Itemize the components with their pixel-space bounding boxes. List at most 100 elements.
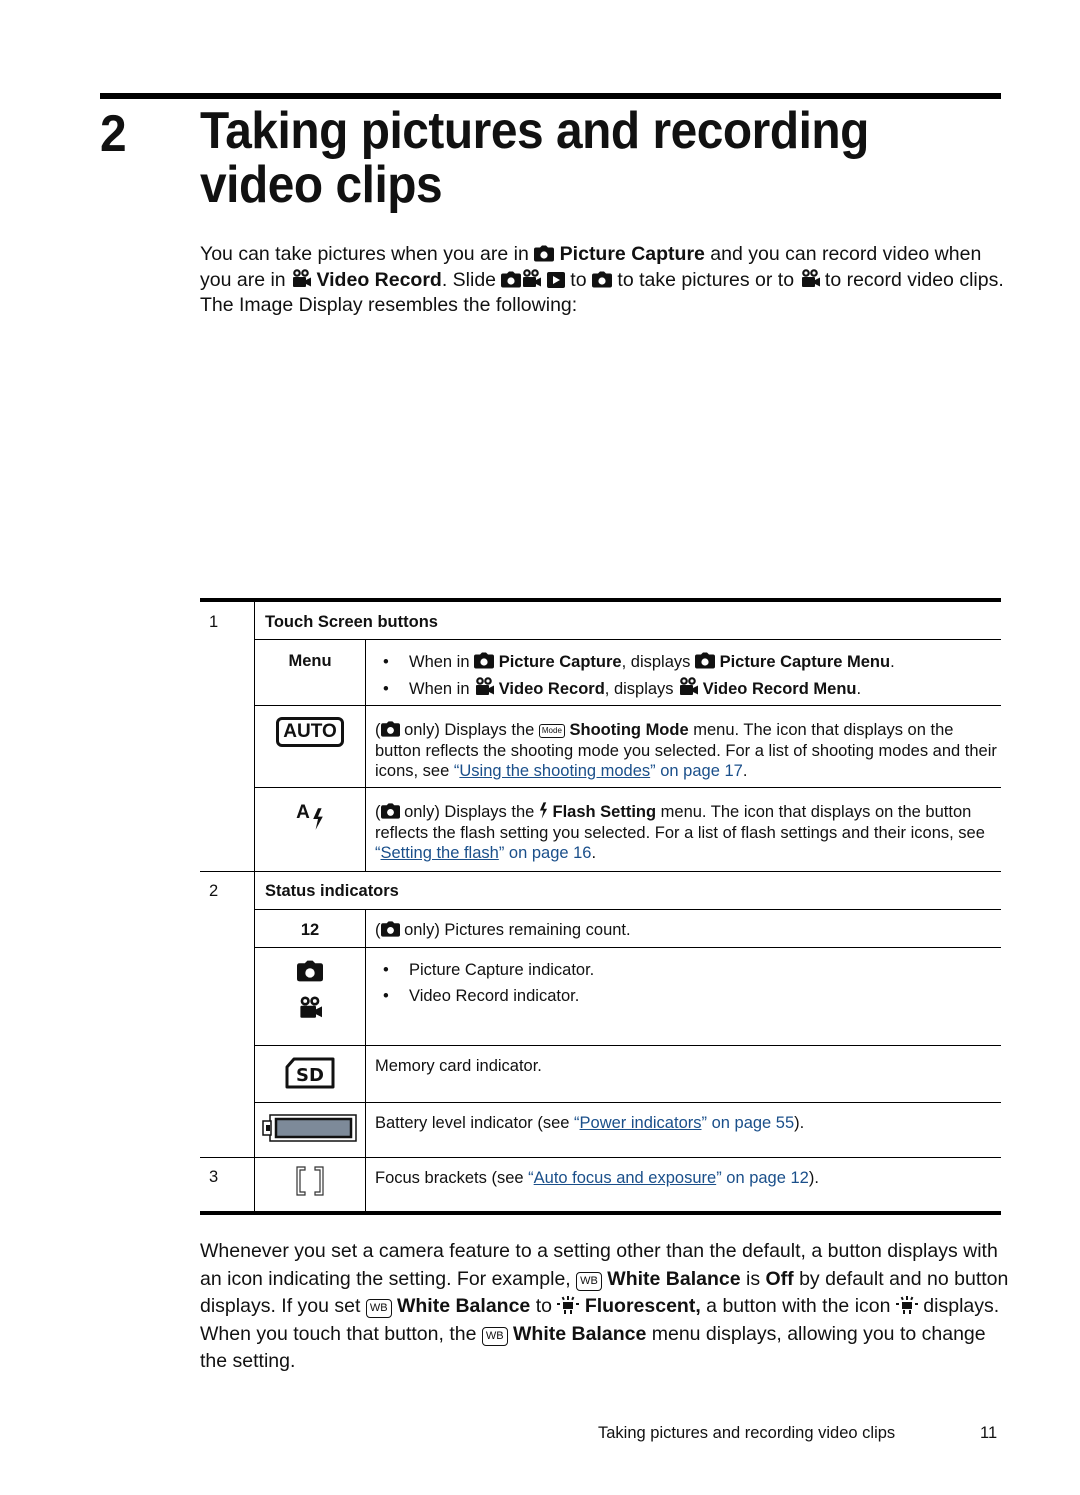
link-text[interactable]: Setting the flash — [381, 844, 499, 862]
table-divider — [200, 871, 1001, 872]
table-divider — [254, 1102, 1001, 1103]
text: Battery level indicator (see — [375, 1114, 575, 1132]
video-camera-icon — [474, 676, 494, 696]
pictures-remaining-count: 12 — [300, 921, 320, 939]
memory-card-description: Memory card indicator. — [375, 1057, 542, 1075]
off-term: Off — [765, 1267, 794, 1290]
intro-text: . Slide — [441, 268, 502, 291]
intro-text: You can take pictures when you are in — [200, 243, 535, 265]
chapter-number: 2 — [100, 105, 127, 163]
battery-level-icon — [255, 1114, 365, 1142]
section-number: 2 — [209, 882, 219, 900]
text: to — [530, 1295, 558, 1317]
link-shooting-modes[interactable]: “Using the shooting modes” on page 17 — [454, 762, 743, 780]
brackets-shape — [296, 1166, 324, 1196]
white-balance-icon: WB — [576, 1271, 602, 1291]
video-record-indicator-icon — [298, 992, 322, 1022]
table-divider — [254, 787, 1001, 788]
bullet: • — [383, 653, 389, 671]
pictures-remaining-description: ( only) Pictures remaining count. — [375, 920, 995, 941]
link-auto-focus[interactable]: “Auto focus and exposure” on page 12 — [528, 1169, 809, 1187]
table-divider — [365, 639, 366, 872]
shooting-mode-term: Shooting Mode — [569, 721, 689, 739]
text: only) Pictures remaining count. — [399, 921, 631, 939]
bullet: • — [383, 961, 389, 979]
video-record-term: Video Record — [316, 268, 442, 291]
table-divider — [254, 705, 1001, 706]
battery-shape — [262, 1114, 357, 1142]
picture-capture-indicator-icon — [297, 960, 323, 982]
sd-card-shape: SD — [285, 1057, 335, 1089]
list-item: • When in Video Record, displays Video R… — [375, 676, 995, 703]
table-bottom-rule — [200, 1211, 1001, 1215]
text: . — [742, 762, 748, 780]
text: Video Record indicator. — [409, 987, 580, 1005]
table-divider — [254, 639, 1001, 640]
list-item: • Picture Capture indicator. — [375, 957, 995, 983]
camera-icon — [501, 271, 521, 288]
chapter-top-rule — [100, 93, 1001, 99]
text: When in — [409, 680, 475, 698]
list-item: • When in Picture Capture, displays Pict… — [375, 649, 995, 676]
camera-icon — [534, 245, 554, 262]
memory-card-icon: SD — [255, 1057, 365, 1089]
table-divider — [254, 909, 1001, 910]
focus-brackets-description: Focus brackets (see “Auto focus and expo… — [375, 1168, 995, 1189]
shooting-mode-description: ( only) Displays the Mode Shooting Mode … — [375, 720, 997, 782]
mode-term: Video Record — [498, 680, 605, 698]
camera-icon — [592, 271, 612, 288]
battery-description: Battery level indicator (see “Power indi… — [375, 1113, 995, 1134]
flash-setting-term: Flash Setting — [552, 803, 657, 821]
auto-mode-icon: AUTO — [255, 717, 365, 747]
text: ” on page 12 — [716, 1169, 809, 1187]
text: is — [740, 1267, 766, 1290]
section-heading: Touch Screen buttons — [265, 613, 438, 631]
text: ). — [794, 1114, 805, 1132]
link-text[interactable]: Using the shooting modes — [459, 762, 650, 780]
flash-icon — [312, 806, 324, 832]
camera-icon — [381, 721, 400, 737]
text: ” on page 55 — [701, 1114, 795, 1132]
flash-setting-description: ( only) Displays the Flash Setting menu.… — [375, 802, 997, 864]
text: . — [856, 680, 862, 698]
flash-icon — [539, 802, 548, 819]
link-power-indicators[interactable]: “Power indicators” on page 55 — [574, 1114, 794, 1132]
table-divider — [365, 1157, 366, 1211]
table-top-rule — [200, 598, 1001, 602]
text: . — [890, 653, 895, 671]
camera-icon — [695, 652, 715, 669]
link-text[interactable]: Power indicators — [580, 1114, 702, 1132]
table-divider — [254, 947, 1001, 948]
mode-indicator-description: • Picture Capture indicator. • Video Recor… — [375, 957, 995, 1009]
camera-icon — [474, 652, 494, 669]
video-camera-icon — [678, 676, 698, 696]
text: ” on page 16 — [498, 844, 592, 862]
video-camera-icon — [291, 268, 311, 288]
text: . — [591, 844, 597, 862]
outro-paragraph: Whenever you set a camera feature to a s… — [200, 1238, 1010, 1376]
mode-indicator-icons — [255, 960, 365, 1022]
video-camera-icon — [800, 268, 820, 288]
text: , displays — [604, 680, 679, 698]
menu-term: Video Record Menu — [702, 680, 857, 698]
text: , displays — [621, 653, 695, 671]
picture-capture-term: Picture Capture — [559, 243, 705, 265]
white-balance-term: White Balance — [607, 1267, 741, 1290]
link-text[interactable]: Auto focus and exposure — [534, 1169, 717, 1187]
focus-brackets-icon — [255, 1166, 365, 1196]
mode-term: Picture Capture — [498, 653, 622, 671]
camera-icon — [381, 803, 400, 819]
menu-description: • When in Picture Capture, displays Pict… — [375, 649, 995, 703]
sd-label: SD — [296, 1065, 324, 1086]
video-camera-icon — [521, 268, 541, 288]
menu-label: Menu — [288, 652, 332, 670]
text: Focus brackets (see — [375, 1169, 529, 1187]
section-number: 3 — [209, 1168, 219, 1186]
auto-flash-icon: A — [255, 802, 365, 832]
camera-icon — [381, 921, 400, 937]
white-balance-icon: WB — [365, 1299, 392, 1318]
intro-text: to — [564, 268, 592, 291]
fluorescent-icon — [557, 1296, 579, 1314]
section-heading: Status indicators — [265, 882, 399, 900]
link-setting-flash[interactable]: “Setting the flash” on page 16 — [375, 844, 592, 862]
